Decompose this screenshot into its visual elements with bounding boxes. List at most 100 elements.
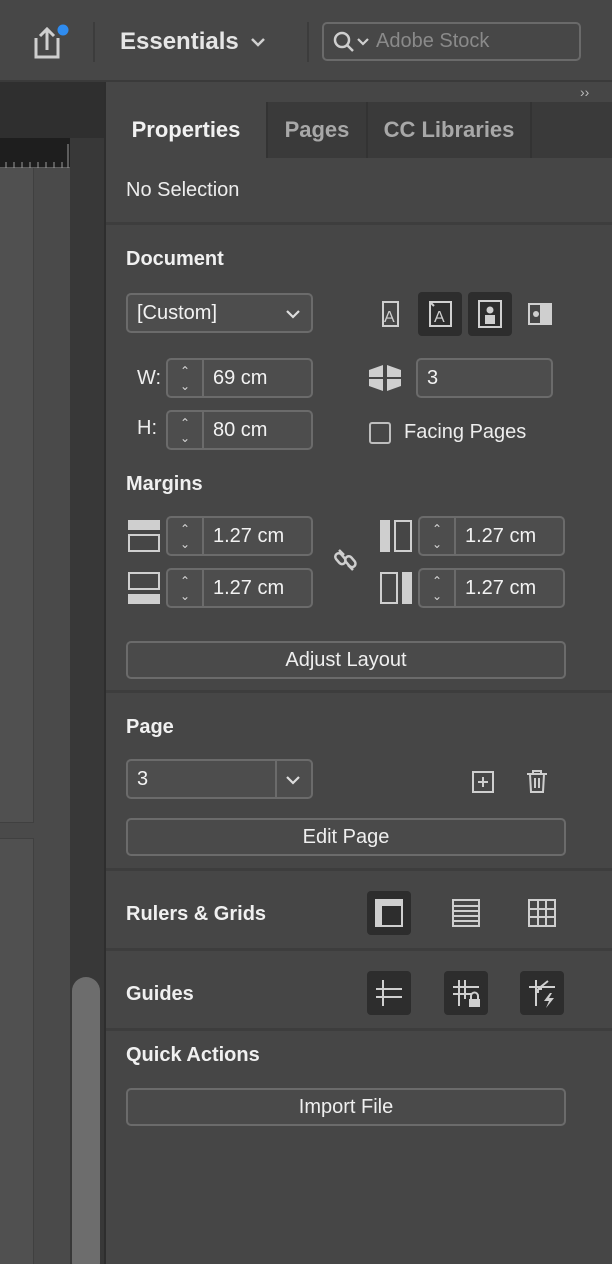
lock-guides-icon — [453, 980, 480, 1007]
stock-search-field[interactable] — [322, 22, 581, 61]
top-margin-field[interactable]: ⌃ ⌄ 1.27 cm — [166, 516, 313, 556]
web-intent-button[interactable] — [518, 292, 562, 336]
right-margin-stepper[interactable]: ⌃ ⌄ — [420, 570, 456, 606]
lock-guides-button[interactable] — [444, 971, 488, 1015]
selection-status: No Selection — [126, 179, 240, 201]
bottom-margin-stepper[interactable]: ⌃ ⌄ — [168, 570, 204, 606]
chevron-down-icon[interactable]: ⌄ — [180, 379, 190, 393]
section-divider — [106, 690, 612, 693]
document-page-strip — [0, 168, 70, 1264]
toggle-rulers-button[interactable] — [367, 891, 411, 935]
document-page — [0, 168, 34, 823]
horizontal-ruler[interactable] — [0, 138, 70, 169]
landscape-page-icon: A — [429, 301, 452, 327]
vertical-scrollbar-thumb[interactable] — [72, 977, 100, 1264]
pages-count-field[interactable]: 3 — [416, 358, 553, 398]
left-margin-field[interactable]: ⌃ ⌄ 1.27 cm — [418, 516, 565, 556]
height-value: 80 cm — [213, 418, 268, 441]
chevron-down-icon — [286, 310, 300, 319]
chevron-down-icon[interactable]: ⌄ — [180, 589, 190, 603]
facing-pages-checkbox[interactable] — [369, 422, 391, 444]
landscape-orientation-button[interactable]: A — [418, 292, 462, 336]
notification-dot — [57, 24, 69, 36]
document-page — [0, 838, 34, 1264]
chevron-up-icon[interactable]: ⌃ — [180, 416, 190, 430]
rulers-grids-section-title: Rulers & Grids — [126, 903, 267, 925]
bottom-margin-field[interactable]: ⌃ ⌄ 1.27 cm — [166, 568, 313, 608]
portrait-page-icon: A — [382, 301, 399, 327]
toolbar-separator — [93, 22, 95, 62]
width-field[interactable]: ⌃ ⌄ 69 cm — [166, 358, 313, 398]
svg-text:A: A — [434, 309, 445, 326]
chevron-down-icon[interactable]: ⌄ — [180, 537, 190, 551]
collapse-panel-icon[interactable]: ›› — [580, 84, 589, 100]
width-stepper[interactable]: ⌃ ⌄ — [168, 360, 204, 396]
canvas-top — [0, 82, 104, 142]
document-canvas[interactable] — [0, 82, 104, 1264]
document-grid-icon — [528, 899, 556, 927]
toggle-guides-button[interactable] — [367, 971, 411, 1015]
chevron-down-icon[interactable]: ⌄ — [180, 431, 190, 445]
baseline-grid-button[interactable] — [444, 891, 488, 935]
print-intent-button[interactable] — [468, 292, 512, 336]
add-page-icon[interactable] — [471, 770, 495, 794]
smart-guides-icon — [529, 980, 555, 1008]
section-divider — [106, 1028, 612, 1031]
tab-properties[interactable]: Properties — [106, 102, 268, 158]
document-grid-button[interactable] — [520, 891, 564, 935]
margins-section-title: Margins — [126, 473, 203, 495]
quick-actions-section-title: Quick Actions — [126, 1044, 260, 1066]
height-field[interactable]: ⌃ ⌄ 80 cm — [166, 410, 313, 450]
svg-text:A: A — [384, 309, 395, 326]
guides-section-title: Guides — [126, 983, 194, 1005]
person-page-icon — [478, 300, 502, 328]
width-value: 69 cm — [213, 366, 268, 389]
chevron-down-icon — [286, 776, 300, 785]
delete-page-icon[interactable] — [525, 768, 549, 794]
chevron-down-icon[interactable]: ⌄ — [432, 589, 442, 603]
width-label: W: — [137, 367, 162, 389]
height-label: H: — [137, 417, 157, 439]
section-divider — [106, 868, 612, 871]
page-section-title: Page — [126, 716, 174, 738]
edit-page-button[interactable]: Edit Page — [126, 818, 566, 856]
pages-count-value: 3 — [427, 366, 439, 389]
chevron-up-icon[interactable]: ⌃ — [432, 522, 442, 536]
right-margin-field[interactable]: ⌃ ⌄ 1.27 cm — [418, 568, 565, 608]
document-section-title: Document — [126, 248, 224, 270]
top-margin-stepper[interactable]: ⌃ ⌄ — [168, 518, 204, 554]
bottom-margin-value: 1.27 cm — [213, 576, 285, 599]
portrait-orientation-button[interactable]: A — [368, 292, 412, 336]
import-file-button[interactable]: Import File — [126, 1088, 566, 1126]
bottom-margin-icon — [128, 572, 160, 604]
height-stepper[interactable]: ⌃ ⌄ — [168, 412, 204, 448]
left-margin-stepper[interactable]: ⌃ ⌄ — [420, 518, 456, 554]
document-preset-value: [Custom] — [137, 301, 218, 324]
adjust-layout-button[interactable]: Adjust Layout — [126, 641, 566, 679]
chevron-up-icon[interactable]: ⌃ — [180, 574, 190, 588]
chevron-up-icon[interactable]: ⌃ — [180, 364, 190, 378]
workspace-label: Essentials — [120, 28, 239, 55]
unlink-margins-icon[interactable] — [330, 544, 362, 576]
document-preset-dropdown[interactable]: [Custom] — [126, 293, 313, 333]
workspace-switcher[interactable]: Essentials — [120, 24, 267, 60]
share-icon — [34, 24, 69, 59]
top-margin-icon — [128, 520, 160, 552]
share-button[interactable] — [30, 22, 70, 62]
search-input[interactable] — [376, 30, 576, 53]
left-margin-icon — [380, 520, 412, 552]
ruler-icon — [375, 899, 403, 927]
panel-tab-bar: Properties Pages CC Libraries — [106, 102, 612, 158]
tab-cc-libraries[interactable]: CC Libraries — [368, 102, 532, 158]
right-margin-icon — [380, 572, 412, 604]
smart-guides-button[interactable] — [520, 971, 564, 1015]
chevron-down-icon[interactable]: ⌄ — [432, 537, 442, 551]
chevron-up-icon[interactable]: ⌃ — [432, 574, 442, 588]
page-select-dropdown[interactable]: 3 — [126, 759, 313, 799]
right-margin-value: 1.27 cm — [465, 576, 537, 599]
tab-pages[interactable]: Pages — [268, 102, 368, 158]
chevron-up-icon[interactable]: ⌃ — [180, 522, 190, 536]
facing-pages-label: Facing Pages — [404, 421, 527, 443]
chevron-down-icon — [250, 38, 265, 47]
left-margin-value: 1.27 cm — [465, 524, 537, 547]
